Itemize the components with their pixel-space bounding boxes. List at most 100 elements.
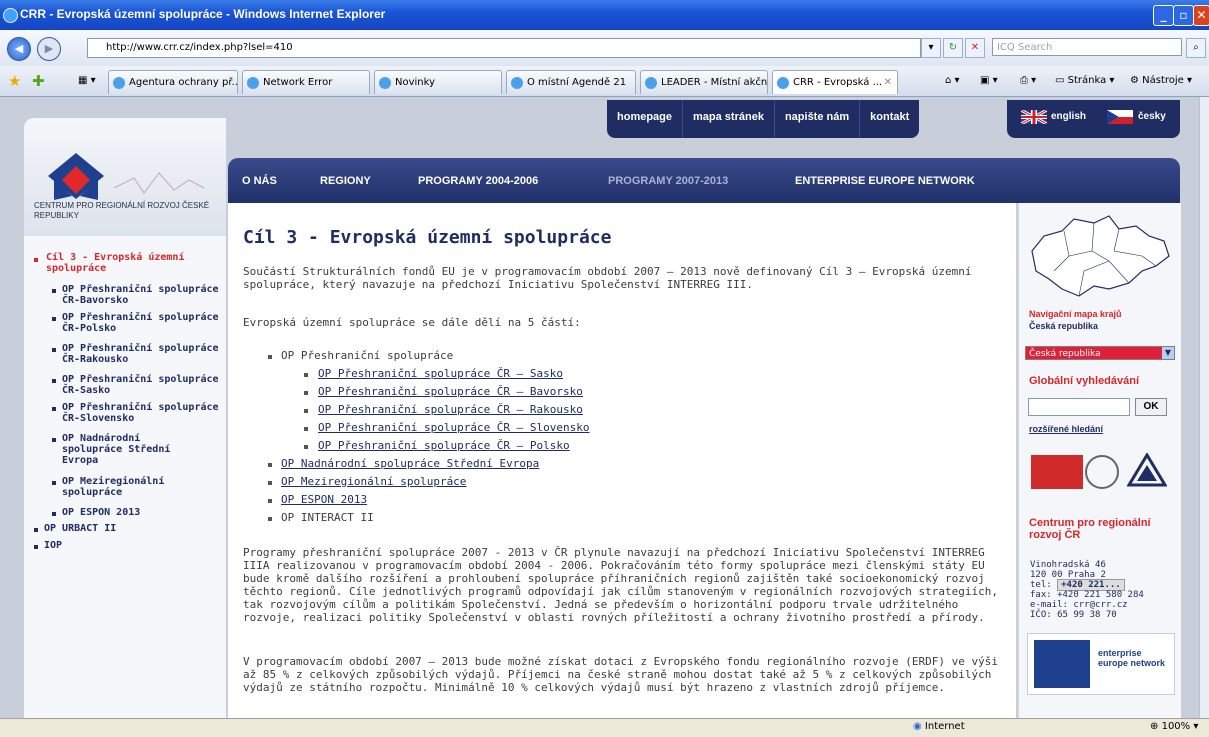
mainnav-programy-2004-2006[interactable]: PROGRAMY 2004-2006	[418, 175, 538, 187]
lang-czech[interactable]: česky	[1138, 111, 1166, 122]
menu-bullet	[52, 512, 56, 516]
zoom-level[interactable]: ⊕ 100% ▾	[1150, 721, 1198, 732]
menu-bullet	[52, 348, 56, 352]
window-title: CRR - Evropská územní spolupráce - Windo…	[20, 7, 386, 21]
ie-icon	[3, 8, 18, 23]
mainnav-programy-2007-2013[interactable]: PROGRAMY 2007-2013	[608, 175, 728, 187]
tab-2[interactable]: Network Error	[242, 70, 370, 94]
ie-page-icon	[113, 77, 125, 89]
tab-4[interactable]: O místní Agendě 21	[506, 70, 636, 94]
url-input[interactable]: http://www.crr.cz/index.php?lsel=410	[87, 38, 921, 58]
link-op-stredni-evropa[interactable]: OP Nadnárodní spolupráce Střední Evropa	[281, 457, 539, 470]
link-op-slovensko[interactable]: OP Přeshraniční spolupráce ČR – Slovensk…	[318, 421, 590, 434]
region-select[interactable]: Česká republika ▼	[1025, 346, 1175, 360]
menu-bullet	[52, 289, 56, 293]
internet-zone: ◉ Internet	[913, 721, 965, 732]
tab-5[interactable]: LEADER - Místní akčn...	[640, 70, 768, 94]
search-input[interactable]: ICQ Search	[992, 38, 1182, 56]
czech-map-icon[interactable]	[1024, 211, 1174, 306]
advanced-search-link[interactable]: rozšířené hledání	[1029, 424, 1103, 434]
paragraph-programs: Programy přeshraniční spolupráce 2007 - …	[243, 546, 998, 624]
feeds-icon[interactable]: ▣ ▾	[980, 75, 998, 86]
maximize-button[interactable]: ▫	[1173, 5, 1194, 26]
close-tab-icon[interactable]: ✕	[884, 71, 892, 94]
map-subtitle: Česká republika	[1029, 321, 1099, 331]
leftmenu-item-stredni-evropa[interactable]: OP Nadnárodní spolupráce Střední Evropa	[62, 433, 202, 466]
map-title[interactable]: Navigační mapa krajů	[1029, 309, 1122, 319]
main-content: Cíl 3 - Evropská územní spolupráce Součá…	[228, 203, 1016, 723]
search-ok-button[interactable]: OK	[1135, 398, 1167, 416]
leftmenu-item-rakousko[interactable]: OP Přeshraniční spolupráce ČR-Rakousko	[62, 343, 227, 365]
globe-icon: ◉	[913, 721, 922, 732]
tab-bar: ★ ✚ ▦ ▾ Agentura ochrany př... Network E…	[0, 66, 1209, 97]
list-bullet	[304, 427, 308, 431]
link-op-sasko[interactable]: OP Přeshraniční spolupráce ČR – Sasko	[318, 367, 563, 380]
tab-1[interactable]: Agentura ochrany př...	[108, 70, 238, 94]
menu-bullet	[34, 545, 38, 549]
url-dropdown-icon[interactable]: ▾	[921, 38, 941, 58]
quick-tabs-icon[interactable]: ▦ ▾	[78, 75, 96, 86]
link-op-polsko[interactable]: OP Přeshraniční spolupráce ČR – Polsko	[318, 439, 570, 452]
triangle-logo-icon	[1127, 453, 1167, 487]
leftmenu-item-bavorsko[interactable]: OP Přeshraniční spolupráce ČR-Bavorsko	[62, 284, 222, 306]
link-op-rakousko[interactable]: OP Přeshraniční spolupráce ČR – Rakousko	[318, 403, 583, 416]
add-favorite-icon[interactable]: ✚	[32, 72, 45, 90]
chevron-down-icon[interactable]: ▼	[1162, 347, 1174, 359]
mainnav-enterprise-europe-network[interactable]: ENTERPRISE EUROPE NETWORK	[795, 175, 975, 187]
link-op-meziregionalni[interactable]: OP Meziregionální spolupráce	[281, 475, 466, 488]
page-menu[interactable]: ▭ Stránka ▾	[1055, 75, 1114, 86]
nav-homepage[interactable]: homepage	[607, 100, 684, 138]
crr-title: Centrum pro regionální rozvoj ČR	[1029, 517, 1151, 541]
close-button[interactable]: ✕	[1193, 5, 1209, 26]
print-icon[interactable]: ⎙ ▾	[1020, 75, 1036, 86]
menu-bullet	[34, 528, 38, 532]
leftmenu-active[interactable]: Cíl 3 - Evropská územní spolupráce	[46, 252, 216, 274]
leftmenu-item-meziregionalni[interactable]: OP Meziregionální spolupráce	[62, 476, 212, 498]
tools-menu[interactable]: ⚙ Nástroje ▾	[1130, 75, 1192, 86]
right-sidebar: Navigační mapa krajů Česká republika Glo…	[1018, 203, 1181, 723]
bureau-veritas-logo	[1031, 455, 1083, 489]
leftmenu-item-slovensko[interactable]: OP Přeshraniční spolupráce ČR-Slovensko	[62, 402, 227, 424]
forward-button[interactable]: ▶	[37, 37, 61, 61]
leftmenu-item-iop[interactable]: IOP	[44, 540, 62, 551]
een-logo-box[interactable]: enterprise europe network	[1027, 633, 1175, 695]
refresh-icon[interactable]: ↻	[943, 38, 963, 58]
left-menu: Cíl 3 - Evropská územní spolupráce OP Př…	[24, 236, 226, 726]
leftmenu-item-urbact[interactable]: OP URBACT II	[44, 523, 116, 534]
global-search-input[interactable]	[1028, 398, 1130, 416]
leftmenu-item-espon[interactable]: OP ESPON 2013	[62, 507, 212, 518]
een-logo-text: enterprise europe network	[1098, 648, 1166, 668]
leftmenu-item-sasko[interactable]: OP Přeshraniční spolupráce ČR-Sasko	[62, 374, 222, 396]
certification-seal-icon	[1085, 455, 1119, 489]
mainnav-regiony[interactable]: REGIONY	[320, 175, 371, 187]
tab-3[interactable]: Novinky	[374, 70, 502, 94]
minimize-button[interactable]: _	[1153, 5, 1174, 26]
nav-contact[interactable]: kontakt	[860, 100, 919, 138]
mainnav-o-nas[interactable]: O NÁS	[242, 175, 277, 187]
back-button[interactable]: ◀	[7, 37, 31, 61]
vertical-scrollbar[interactable]	[1199, 97, 1209, 718]
tab-6-active[interactable]: CRR - Evropská ... ✕	[772, 70, 898, 94]
cz-flag-icon[interactable]	[1107, 110, 1133, 124]
leftmenu-item-polsko[interactable]: OP Přeshraniční spolupráce ČR-Polsko	[62, 312, 222, 334]
site-logo[interactable]: CENTRUM PRO REGIONÁLNÍ ROZVOJ ČESKÉ REPU…	[24, 118, 226, 236]
lang-english[interactable]: english	[1051, 111, 1086, 122]
address-toolbar: ◀ ▶ http://www.crr.cz/index.php?lsel=410…	[0, 30, 1209, 67]
list-bullet	[304, 373, 308, 377]
ie-page-icon	[645, 77, 657, 89]
stop-icon[interactable]: ✕	[965, 38, 985, 58]
nav-write-us[interactable]: napište nám	[775, 100, 861, 138]
menu-bullet	[52, 317, 56, 321]
favorites-star-icon[interactable]: ★	[8, 72, 21, 90]
menu-bullet	[52, 407, 56, 411]
status-bar: ◉ Internet ⊕ 100% ▾	[0, 718, 1209, 737]
home-icon[interactable]: ⌂ ▾	[945, 75, 960, 86]
window-titlebar: CRR - Evropská územní spolupráce - Windo…	[0, 0, 1209, 30]
intro-paragraph: Součástí Strukturálních fondů EU je v pr…	[243, 265, 972, 291]
link-op-espon[interactable]: OP ESPON 2013	[281, 493, 367, 506]
url-text: http://www.crr.cz/index.php?lsel=410	[106, 42, 293, 53]
nav-sitemap[interactable]: mapa stránek	[683, 100, 775, 138]
link-op-bavorsko[interactable]: OP Přeshraniční spolupráce ČR – Bavorsko	[318, 385, 583, 398]
search-icon[interactable]: ⌕	[1186, 38, 1206, 58]
uk-flag-icon[interactable]	[1021, 110, 1047, 124]
